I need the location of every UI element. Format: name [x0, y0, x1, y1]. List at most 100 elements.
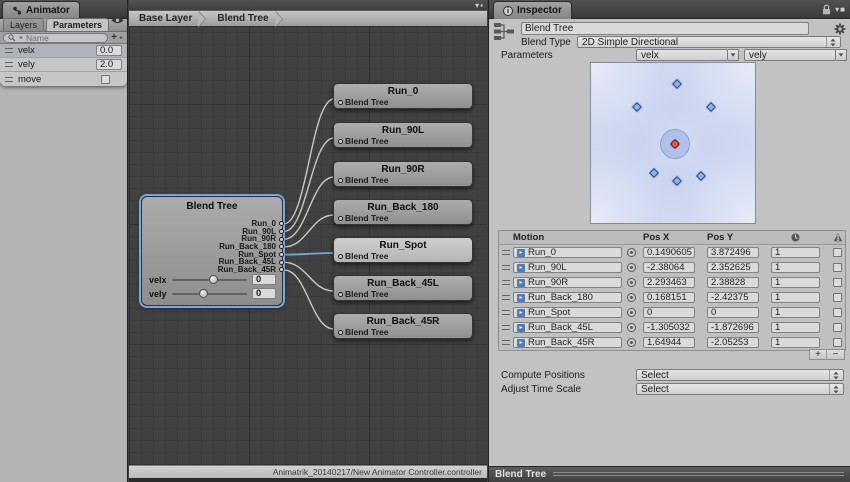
mirror-checkbox[interactable]	[833, 338, 842, 347]
motion-point[interactable]	[632, 102, 642, 112]
pos-x-field[interactable]: 2.293463	[643, 277, 695, 288]
object-picker-icon[interactable]	[627, 308, 636, 317]
slider-thumb[interactable]	[209, 275, 218, 284]
object-picker-icon[interactable]	[627, 323, 636, 332]
object-picker-icon[interactable]	[627, 248, 636, 257]
speed-field[interactable]: 1	[771, 247, 820, 258]
parameter-row[interactable]: velx 0.0	[0, 44, 127, 58]
slider-value-field[interactable]: 0	[252, 288, 276, 299]
motion-table-row[interactable]: ▸ Run_Back_45L -1.305032 -1.872696 1	[499, 320, 845, 335]
motion-node[interactable]: Run_Spot Blend Tree	[333, 237, 473, 263]
mirror-checkbox[interactable]	[833, 263, 842, 272]
blend-tree-node[interactable]: Blend Tree Run_0 Run_90L Run_90R Run_Bac…	[141, 196, 283, 306]
input-port-icon[interactable]	[338, 100, 343, 105]
graph-menu-icon[interactable]: ▾▪	[475, 1, 484, 10]
subtab-parameters[interactable]: Parameters	[46, 18, 109, 31]
slider-value-field[interactable]: 0	[252, 274, 276, 285]
pos-x-field[interactable]: -1.305032	[643, 322, 695, 333]
speed-field[interactable]: 1	[771, 307, 820, 318]
param-y-dropdown[interactable]: vely	[744, 49, 836, 61]
breadcrumb-item[interactable]: Base Layer	[129, 11, 198, 26]
pos-y-field[interactable]: 2.352625	[707, 262, 759, 273]
inspector-menu-icon[interactable]: ▾■	[835, 5, 846, 14]
pos-x-field[interactable]: -2.38064	[643, 262, 695, 273]
pos-x-field[interactable]: 1.64944	[643, 337, 695, 348]
motion-node[interactable]: Run_90R Blend Tree	[333, 161, 473, 187]
speed-field[interactable]: 1	[771, 277, 820, 288]
pos-x-field[interactable]: 0.1490605	[643, 247, 695, 258]
motion-table-row[interactable]: ▸ Run_90L -2.38064 2.352625 1	[499, 260, 845, 275]
parameter-value-field[interactable]: 2.0	[96, 59, 122, 70]
motion-node[interactable]: Run_0 Blend Tree	[333, 83, 473, 109]
motion-table-row[interactable]: ▸ Run_0 0.1490605 3.872496 1	[499, 245, 845, 260]
lock-icon[interactable]	[822, 4, 831, 15]
input-port-icon[interactable]	[338, 292, 343, 297]
parameter-checkbox[interactable]	[101, 75, 110, 84]
drag-handle-icon[interactable]	[502, 325, 510, 330]
blend-space-view[interactable]	[590, 62, 756, 224]
speed-field[interactable]: 1	[771, 337, 820, 348]
input-port-icon[interactable]	[338, 254, 343, 259]
motion-table-row[interactable]: ▸ Run_Spot 0 0 1	[499, 305, 845, 320]
adjust-time-scale-dropdown[interactable]: Select	[636, 383, 844, 395]
tab-animator[interactable]: Animator	[2, 1, 80, 19]
parameter-row[interactable]: vely 2.0	[0, 58, 127, 72]
drag-handle-icon[interactable]	[5, 48, 13, 53]
object-picker-icon[interactable]	[627, 278, 636, 287]
pos-y-field[interactable]: 3.872496	[707, 247, 759, 258]
param-x-dropdown-button[interactable]	[728, 49, 739, 61]
slider-track[interactable]	[172, 293, 247, 295]
motion-clip-field[interactable]: ▸ Run_Back_180	[513, 292, 622, 303]
add-motion-button[interactable]: +	[810, 350, 827, 359]
pos-x-field[interactable]: 0	[643, 307, 695, 318]
drag-handle-icon[interactable]	[502, 340, 510, 345]
pos-y-field[interactable]: -1.872696	[707, 322, 759, 333]
wire[interactable]	[284, 262, 334, 291]
output-port-icon[interactable]	[279, 237, 284, 242]
drag-handle-icon[interactable]	[502, 265, 510, 270]
motion-clip-field[interactable]: ▸ Run_Back_45R	[513, 337, 622, 348]
motion-point[interactable]	[706, 102, 716, 112]
param-x-dropdown[interactable]: velx	[636, 49, 728, 61]
preview-drag-grip[interactable]	[553, 472, 844, 477]
object-picker-icon[interactable]	[627, 293, 636, 302]
input-port-icon[interactable]	[338, 178, 343, 183]
drag-handle-icon[interactable]	[502, 295, 510, 300]
motion-node[interactable]: Run_Back_45R Blend Tree	[333, 313, 473, 339]
tab-inspector[interactable]: i Inspector	[493, 1, 572, 19]
param-y-dropdown-button[interactable]	[836, 49, 847, 61]
compute-positions-dropdown[interactable]: Select	[636, 369, 844, 381]
motion-point[interactable]	[672, 79, 682, 89]
drag-handle-icon[interactable]	[502, 310, 510, 315]
slider-thumb[interactable]	[199, 289, 208, 298]
parameter-row[interactable]: move	[0, 72, 127, 86]
motion-point[interactable]	[649, 168, 659, 178]
motion-table-row[interactable]: ▸ Run_Back_180 0.168151 -2.42375 1	[499, 290, 845, 305]
wire[interactable]	[284, 270, 334, 329]
motion-point[interactable]	[672, 176, 682, 186]
motion-table-row[interactable]: ▸ Run_Back_45R 1.64944 -2.05253 1	[499, 335, 845, 350]
subtab-layers[interactable]: Layers	[3, 18, 44, 31]
graph-canvas[interactable]: Blend Tree Run_0 Run_90L Run_90R Run_Bac…	[129, 27, 487, 465]
pos-y-field[interactable]: 0	[707, 307, 759, 318]
speed-field[interactable]: 1	[771, 292, 820, 303]
breadcrumb-item[interactable]: Blend Tree	[207, 11, 274, 26]
wire-selected[interactable]	[284, 253, 334, 255]
output-port-icon[interactable]	[279, 260, 284, 265]
parameter-value-field[interactable]: 0.0	[96, 45, 122, 56]
pos-y-field[interactable]: -2.05253	[707, 337, 759, 348]
gear-icon[interactable]	[834, 23, 846, 35]
blend-sample-dot[interactable]	[671, 140, 679, 148]
eye-icon[interactable]	[111, 12, 124, 30]
motion-clip-field[interactable]: ▸ Run_0	[513, 247, 622, 258]
object-picker-icon[interactable]	[627, 338, 636, 347]
motion-node[interactable]: Run_90L Blend Tree	[333, 122, 473, 148]
wire[interactable]	[284, 99, 334, 224]
motion-clip-field[interactable]: ▸ Run_Back_45L	[513, 322, 622, 333]
speed-field[interactable]: 1	[771, 262, 820, 273]
drag-handle-icon[interactable]	[5, 77, 13, 82]
blend-tree-name-field[interactable]: Blend Tree	[521, 22, 809, 35]
motion-clip-field[interactable]: ▸ Run_90R	[513, 277, 622, 288]
motion-point[interactable]	[696, 171, 706, 181]
mirror-checkbox[interactable]	[833, 308, 842, 317]
